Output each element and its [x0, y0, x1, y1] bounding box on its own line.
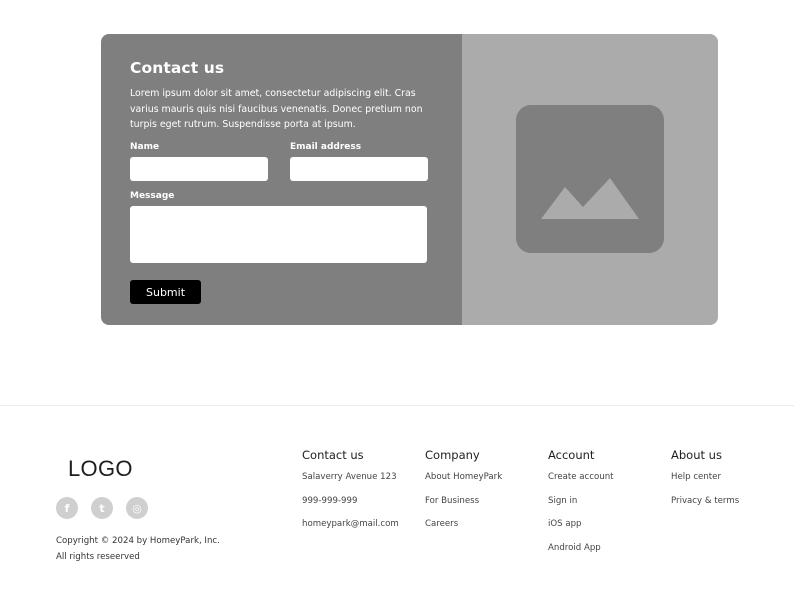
footer-column-contact: Contact us Salaverry Avenue 123 999-999-… — [302, 448, 399, 543]
footer-link-create-account[interactable]: Create account — [548, 472, 614, 496]
footer-link-sign-in[interactable]: Sign in — [548, 496, 614, 520]
footer-link-careers[interactable]: Careers — [425, 519, 502, 543]
name-input[interactable] — [130, 156, 268, 181]
facebook-icon[interactable]: f — [56, 497, 78, 519]
submit-button[interactable]: Submit — [130, 280, 201, 304]
footer-divider — [0, 405, 794, 406]
email-field-group: Email address — [290, 142, 428, 181]
footer-heading-about: About us — [671, 448, 722, 462]
footer-column-account: Account Create account Sign in iOS app A… — [548, 448, 614, 566]
twitter-icon[interactable]: t — [91, 497, 113, 519]
email-label: Email address — [290, 141, 362, 152]
footer-link-ios-app[interactable]: iOS app — [548, 519, 614, 543]
footer-link-privacy-terms[interactable]: Privacy & terms — [671, 496, 739, 520]
copyright: Copyright © 2024 by HomeyPark, Inc. All … — [56, 533, 220, 565]
footer-link-about-homeypark[interactable]: About HomeyPark — [425, 472, 502, 496]
social-links: f t ◎ — [56, 497, 148, 519]
footer-link-for-business[interactable]: For Business — [425, 496, 502, 520]
footer-link-phone[interactable]: 999-999-999 — [302, 496, 399, 520]
name-email-row: Name Email address — [130, 142, 433, 181]
footer-link-help-center[interactable]: Help center — [671, 472, 739, 496]
footer-heading-contact: Contact us — [302, 448, 364, 462]
copyright-line-1: Copyright © 2024 by HomeyPark, Inc. — [56, 536, 220, 546]
footer-link-email[interactable]: homeypark@mail.com — [302, 519, 399, 543]
instagram-icon[interactable]: ◎ — [126, 497, 148, 519]
footer-column-company: Company About HomeyPark For Business Car… — [425, 448, 502, 543]
name-field-group: Name — [130, 142, 268, 181]
message-textarea[interactable] — [130, 205, 427, 263]
contact-title: Contact us — [130, 59, 225, 77]
contact-card: Contact us Lorem ipsum dolor sit amet, c… — [101, 34, 718, 325]
footer-logo[interactable]: LOGO — [68, 456, 133, 482]
footer-link-android-app[interactable]: Android App — [548, 543, 614, 567]
contact-description: Lorem ipsum dolor sit amet, consectetur … — [130, 88, 423, 131]
name-label: Name — [130, 141, 160, 152]
image-panel — [462, 34, 718, 325]
footer-heading-company: Company — [425, 448, 480, 462]
image-placeholder — [516, 105, 664, 253]
footer-column-about: About us Help center Privacy & terms — [671, 448, 739, 519]
image-placeholder-icon — [541, 178, 639, 219]
contact-form-panel: Contact us Lorem ipsum dolor sit amet, c… — [101, 34, 462, 325]
footer-heading-account: Account — [548, 448, 595, 462]
copyright-line-2: All rights reseerved — [56, 552, 140, 562]
footer-link-address[interactable]: Salaverry Avenue 123 — [302, 472, 399, 496]
message-label: Message — [130, 190, 175, 201]
email-input[interactable] — [290, 156, 428, 181]
